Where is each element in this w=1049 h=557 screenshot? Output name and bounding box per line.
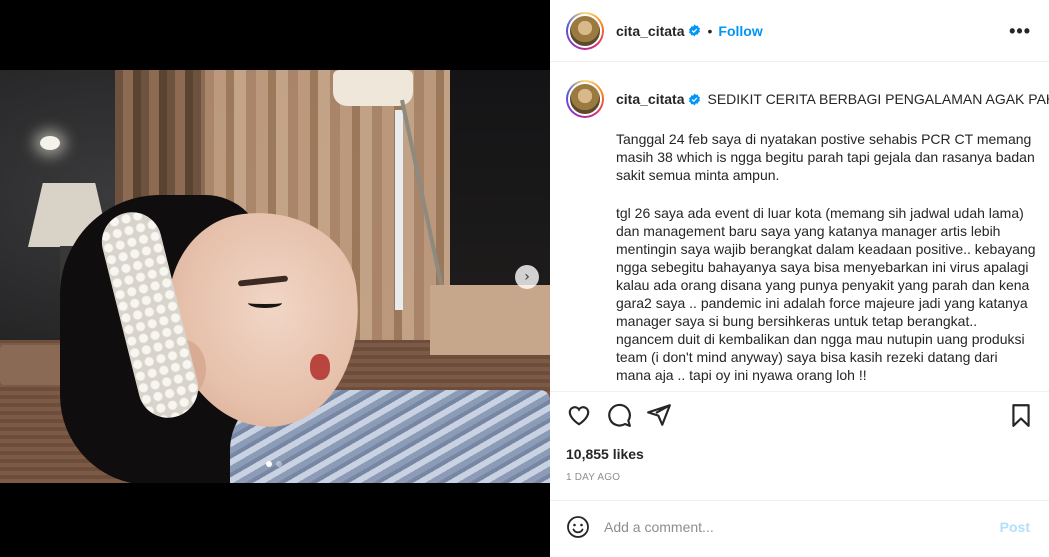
comment-icon[interactable] [606,402,632,428]
share-icon[interactable] [646,402,672,428]
caption-paragraph: tgl 26 saya ada event di luar kota (mema… [616,205,1036,383]
action-bar [566,402,1034,432]
carousel-dots [266,461,282,467]
verified-icon [689,93,701,106]
photo-ceiling-light [40,136,60,150]
chevron-right-icon[interactable]: › [515,265,539,289]
separator-dot: • [707,22,713,39]
photo-window-frame [395,110,403,310]
verified-icon [689,24,701,37]
caption-body: cita_citata SEDIKIT CERITA BERBAGI PENGA… [616,90,1049,384]
more-options-icon[interactable]: ••• [1009,21,1031,42]
photo-cushion [430,285,550,355]
caption-section: cita_citata SEDIKIT CERITA BERBAGI PENGA… [550,62,1049,392]
avatar-image [568,82,602,116]
avatar-image [568,13,602,48]
avatar[interactable] [566,11,604,50]
caption-paragraph: Tanggal 24 feb saya di nyatakan postive … [616,131,1035,183]
username-link[interactable]: cita_citata [616,23,684,39]
photo-eye [248,298,282,308]
caption-avatar[interactable] [566,80,604,118]
post-details-panel: cita_citata • Follow ••• cita_citata SED… [550,0,1049,557]
post-photo[interactable] [0,70,550,483]
caption-head: cita_citata SEDIKIT CERITA BERBAGI PENGA… [616,90,1049,108]
photo-lips [310,354,330,380]
post-header: cita_citata • Follow ••• [550,0,1049,62]
heart-icon[interactable] [566,402,592,428]
post-comment-button[interactable]: Post [1000,519,1030,535]
carousel-dot [276,461,282,467]
bookmark-icon[interactable] [1008,402,1034,428]
likes-count[interactable]: 10,855 likes [566,446,644,462]
caption-username-link[interactable]: cita_citata [616,91,684,107]
caption-row: cita_citata SEDIKIT CERITA BERBAGI PENGA… [566,80,1049,384]
post-timestamp[interactable]: 1 DAY AGO [566,472,620,483]
comment-bar: Post [550,500,1049,553]
emoji-icon[interactable] [566,515,590,539]
media-panel: › [0,0,550,557]
carousel-dot [266,461,272,467]
follow-button[interactable]: Follow [718,23,762,39]
caption-title: SEDIKIT CERITA BERBAGI PENGALAMAN AGAK P… [707,91,1049,107]
comment-input[interactable] [604,519,1000,535]
